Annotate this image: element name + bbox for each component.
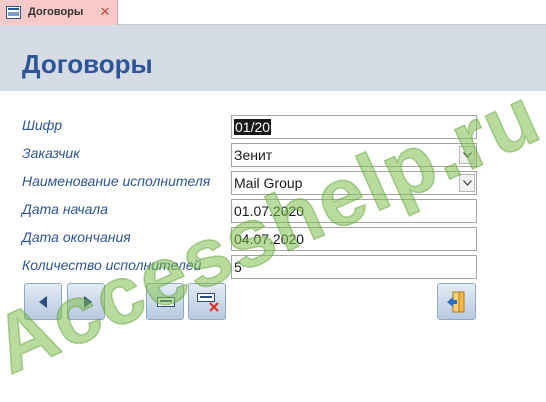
form-header: Договоры [0,25,546,91]
new-record-icon [157,297,175,307]
exit-door-icon [447,291,465,313]
previous-record-button[interactable] [24,283,62,320]
delete-record-button[interactable] [188,283,226,320]
tab-label: Договоры [28,6,84,18]
next-record-button[interactable] [67,283,105,320]
end-date-label: Дата окончания [22,229,131,245]
contractor-dropdown-button[interactable] [459,174,475,192]
close-icon[interactable]: ✕ [97,4,113,20]
customer-combobox[interactable]: Зенит [231,143,477,167]
contractor-count-label: Количество исполнителей [22,257,202,273]
customer-label: Заказчик [22,145,80,161]
customer-dropdown-button[interactable] [459,146,475,164]
start-date-label: Дата начала [22,201,108,217]
form-icon [6,6,21,19]
contractor-value: Mail Group [234,175,303,191]
arrow-right-icon [84,296,92,308]
customer-value: Зенит [234,147,273,163]
document-tab-bar: Договоры ✕ [0,0,546,25]
new-record-button[interactable] [146,283,184,320]
contractor-count-field[interactable]: 5 [231,255,477,279]
close-form-button[interactable] [437,283,476,320]
tab-contracts[interactable]: Договоры ✕ [0,0,118,25]
contractor-label: Наименование исполнителя [22,173,211,189]
delete-record-icon [197,293,219,312]
code-value: 01/20 [234,119,272,135]
chevron-down-icon [463,180,472,186]
code-label: Шифр [22,117,63,133]
code-field[interactable]: 01/20 [231,115,477,139]
contractor-combobox[interactable]: Mail Group [231,171,477,195]
arrow-left-icon [39,296,47,308]
start-date-field[interactable]: 01.07.2020 [231,199,477,223]
page-title: Договоры [22,49,153,79]
chevron-down-icon [463,152,472,158]
end-date-field[interactable]: 04.07.2020 [231,227,477,251]
